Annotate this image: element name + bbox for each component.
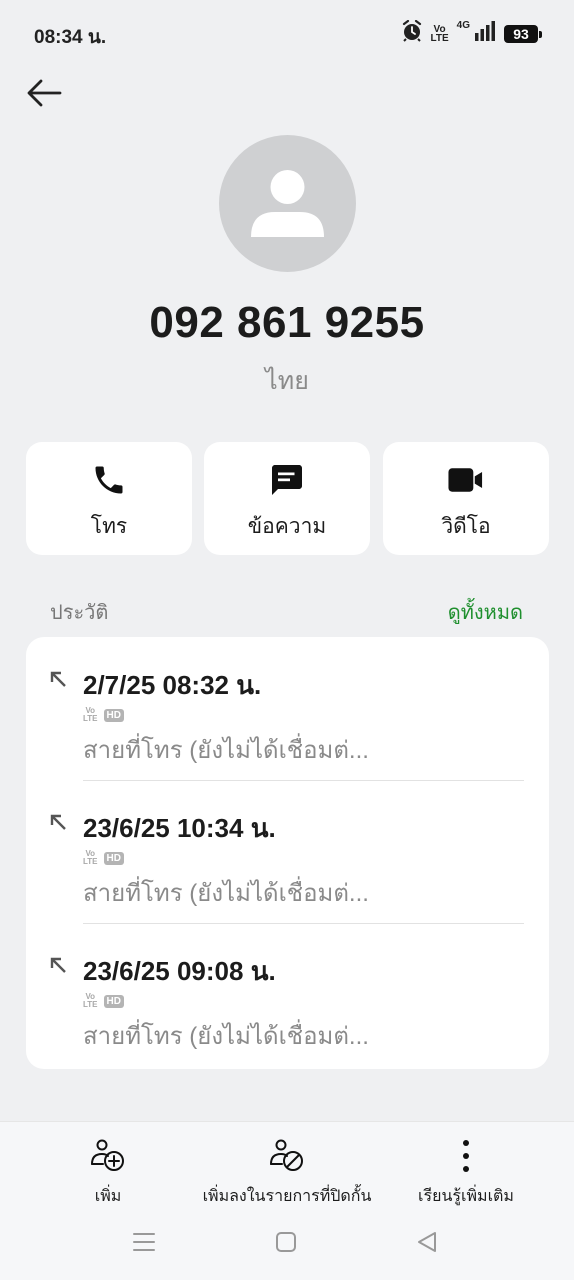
volte-icon: Vo LTE bbox=[83, 992, 98, 1009]
call-label: โทร bbox=[90, 515, 128, 538]
block-contact-label: เพิ่มลงในรายการที่ปิดกั้น bbox=[202, 1188, 372, 1205]
status-icons: Vo LTE 4G 93 bbox=[401, 19, 542, 47]
more-label: เรียนรู้เพิ่มเติม bbox=[418, 1188, 514, 1205]
call-description: สายที่โทร (ยังไม่ได้เชื่อมต่... bbox=[83, 1023, 369, 1050]
back-button[interactable] bbox=[24, 74, 66, 112]
signal-icon bbox=[474, 21, 496, 46]
call-button[interactable]: โทร bbox=[26, 442, 192, 555]
more-button[interactable]: เรียนรู้เพิ่มเติม bbox=[410, 1136, 522, 1209]
call-badges: Vo LTE HD bbox=[83, 850, 124, 866]
more-vertical-icon bbox=[463, 1140, 469, 1172]
call-history-item[interactable]: 23/6/25 09:08 น. Vo LTE HD สายที่โทร (ยัง… bbox=[26, 923, 549, 1065]
avatar bbox=[219, 135, 356, 272]
message-icon bbox=[272, 465, 302, 495]
add-contact-button[interactable]: เพิ่ม bbox=[72, 1136, 144, 1209]
system-nav-bar bbox=[0, 1216, 574, 1272]
home-button[interactable] bbox=[274, 1230, 298, 1259]
alarm-icon bbox=[401, 19, 423, 47]
triangle-back-icon bbox=[418, 1232, 436, 1252]
home-square-icon bbox=[276, 1232, 296, 1252]
menu-icon bbox=[133, 1233, 155, 1251]
call-history-list: 2/7/25 08:32 น. Vo LTE HD สายที่โทร (ยังไ… bbox=[26, 637, 549, 1069]
call-history-item[interactable]: 23/6/25 10:34 น. Vo LTE HD สายที่โทร (ยัง… bbox=[26, 780, 549, 922]
hd-badge: HD bbox=[103, 708, 124, 722]
call-badges: Vo LTE HD bbox=[83, 993, 124, 1009]
network-type: 4G bbox=[456, 20, 470, 31]
block-contact-icon bbox=[270, 1139, 303, 1171]
call-datetime: 23/6/25 09:08 น. bbox=[83, 956, 276, 986]
status-time: 08:34 น. bbox=[34, 27, 107, 48]
see-all-link[interactable]: ดูทั้งหมด bbox=[448, 596, 523, 628]
history-title: ประวัติ bbox=[50, 602, 109, 624]
phone-icon bbox=[95, 466, 123, 494]
hd-badge: HD bbox=[103, 851, 124, 865]
add-contact-label: เพิ่ม bbox=[94, 1188, 122, 1205]
message-label: ข้อความ bbox=[247, 515, 327, 538]
volte-icon: Vo LTE bbox=[83, 706, 98, 723]
call-history-item[interactable]: 2/7/25 08:32 น. Vo LTE HD สายที่โทร (ยังไ… bbox=[26, 637, 549, 779]
call-datetime: 2/7/25 08:32 น. bbox=[83, 670, 262, 700]
status-bar: 08:34 น. Vo LTE 4G 93 bbox=[0, 0, 574, 68]
volte-icon: Vo LTE bbox=[430, 23, 449, 44]
video-icon bbox=[448, 468, 483, 492]
call-description: สายที่โทร (ยังไม่ได้เชื่อมต่... bbox=[83, 880, 369, 907]
battery-icon: 93 bbox=[504, 24, 542, 43]
outgoing-call-icon bbox=[48, 955, 68, 980]
video-button[interactable]: วิดีโอ bbox=[383, 442, 549, 555]
back-nav-button[interactable] bbox=[415, 1230, 439, 1259]
contact-country: ไทย bbox=[265, 367, 309, 395]
recent-apps-button[interactable] bbox=[132, 1230, 156, 1259]
add-contact-icon bbox=[91, 1139, 124, 1171]
message-button[interactable]: ข้อความ bbox=[204, 442, 370, 555]
call-badges: Vo LTE HD bbox=[83, 707, 124, 723]
outgoing-call-icon bbox=[48, 669, 68, 694]
action-row: โทร ข้อความ วิดีโอ bbox=[26, 442, 549, 555]
call-datetime: 23/6/25 10:34 น. bbox=[83, 813, 276, 843]
contact-number: 092 861 9255 bbox=[149, 298, 425, 347]
hd-badge: HD bbox=[103, 994, 124, 1008]
block-contact-button[interactable]: เพิ่มลงในรายการที่ปิดกั้น bbox=[197, 1136, 377, 1209]
video-label: วิดีโอ bbox=[441, 515, 491, 538]
volte-icon: Vo LTE bbox=[83, 849, 98, 866]
call-description: สายที่โทร (ยังไม่ได้เชื่อมต่... bbox=[83, 737, 369, 764]
person-icon bbox=[251, 170, 324, 237]
arrow-left-icon bbox=[27, 79, 62, 107]
outgoing-call-icon bbox=[48, 812, 68, 837]
